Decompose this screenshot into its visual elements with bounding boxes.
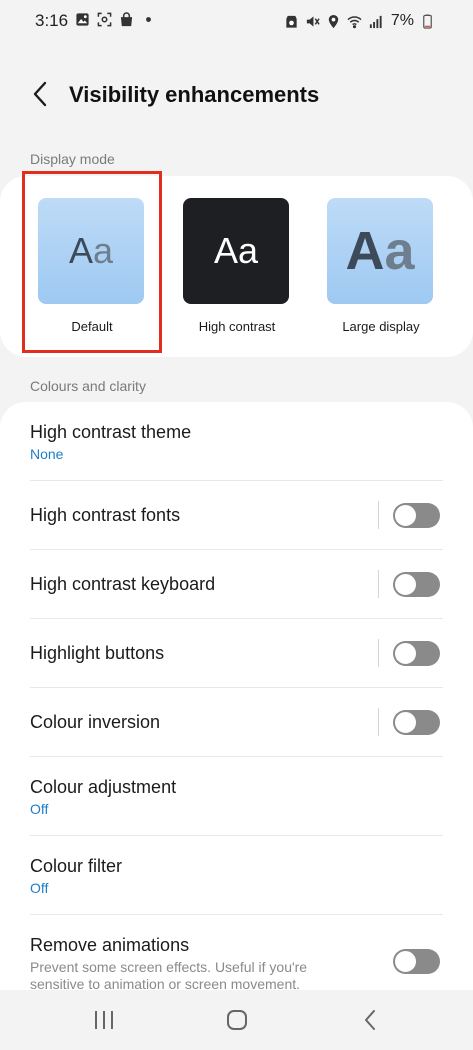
row-title: Colour inversion — [30, 712, 161, 732]
toggle-knob — [394, 573, 417, 596]
toggle-knob — [394, 711, 417, 734]
mode-label-large-display: Large display — [342, 319, 420, 334]
colours-section-label: Colours and clarity — [30, 378, 146, 394]
data-saver-icon — [284, 14, 299, 29]
location-icon — [326, 14, 341, 29]
page-title: Visibility enhancements — [69, 82, 320, 107]
aa-glyph: Aa — [345, 221, 415, 281]
toggle-high-contrast-keyboard[interactable] — [393, 572, 440, 597]
vertical-separator — [378, 708, 379, 736]
row-high-contrast-theme[interactable]: High contrast theme None — [0, 402, 473, 480]
status-bar: 3:16 7% — [0, 0, 473, 42]
vertical-separator — [378, 570, 379, 598]
shopping-bag-icon — [119, 12, 134, 27]
toggle-knob — [394, 950, 417, 973]
row-high-contrast-keyboard[interactable]: High contrast keyboard — [0, 550, 473, 618]
row-remove-animations[interactable]: Remove animations Prevent some screen ef… — [0, 915, 473, 1002]
row-title: Colour adjustment — [30, 777, 177, 797]
home-icon — [226, 1009, 248, 1031]
toggle-knob — [394, 504, 417, 527]
display-mode-section-label: Display mode — [30, 151, 115, 167]
nav-back-button[interactable] — [352, 1007, 388, 1033]
toggle-knob — [394, 642, 417, 665]
battery-icon — [420, 13, 435, 29]
status-right-icons: 7% — [284, 12, 435, 30]
wifi-icon — [347, 14, 362, 29]
row-title: Colour filter — [30, 856, 123, 876]
gallery-icon — [75, 12, 90, 27]
colours-settings-card: High contrast theme None High contrast f… — [0, 402, 473, 1002]
mode-tile-high-contrast: Aa — [183, 198, 289, 304]
screenshot-icon — [97, 12, 112, 27]
mode-label-high-contrast: High contrast — [198, 319, 276, 334]
status-time: 3:16 — [35, 11, 69, 30]
vertical-separator — [378, 639, 379, 667]
row-description: Prevent some screen effects. Useful if y… — [30, 959, 308, 992]
dot-icon — [141, 12, 156, 27]
display-mode-card: Aa Default Aa High contrast Aa Large dis… — [0, 176, 473, 357]
recent-apps-button[interactable] — [86, 1007, 122, 1033]
toggle-highlight-buttons[interactable] — [393, 641, 440, 666]
mode-tile-default: Aa — [38, 198, 144, 304]
mode-option-default[interactable]: Aa Default — [38, 198, 146, 338]
back-icon — [362, 1009, 378, 1031]
toggle-colour-inversion[interactable] — [393, 710, 440, 735]
row-subtitle: Off — [30, 801, 49, 817]
navigation-bar — [0, 990, 473, 1050]
aa-glyph: Aa — [213, 230, 259, 271]
status-left-icons — [75, 12, 156, 27]
mode-tile-large-display: Aa — [327, 198, 433, 304]
row-colour-inversion[interactable]: Colour inversion — [0, 688, 473, 756]
mode-option-high-contrast[interactable]: Aa High contrast — [183, 198, 291, 338]
row-subtitle: Off — [30, 880, 49, 896]
screen: 3:16 7% Visibility enhancements Display … — [0, 0, 473, 1050]
signal-icon — [368, 14, 383, 29]
row-title: Remove animations — [30, 935, 190, 955]
toggle-high-contrast-fonts[interactable] — [393, 503, 440, 528]
row-highlight-buttons[interactable]: Highlight buttons — [0, 619, 473, 687]
row-title: High contrast fonts — [30, 505, 181, 525]
row-subtitle: None — [30, 446, 64, 462]
row-colour-filter[interactable]: Colour filter Off — [0, 836, 473, 914]
row-colour-adjustment[interactable]: Colour adjustment Off — [0, 757, 473, 835]
row-title: High contrast keyboard — [30, 574, 216, 594]
battery-text: 7% — [390, 12, 414, 29]
row-title: High contrast theme — [30, 422, 192, 442]
row-title: Highlight buttons — [30, 643, 165, 663]
row-high-contrast-fonts[interactable]: High contrast fonts — [0, 481, 473, 549]
mode-label-default: Default — [71, 319, 113, 334]
vertical-separator — [378, 501, 379, 529]
home-button[interactable] — [219, 1007, 255, 1033]
aa-glyph: Aa — [68, 230, 114, 271]
back-button[interactable] — [24, 78, 56, 110]
recent-apps-icon — [93, 1010, 115, 1030]
mute-icon — [305, 14, 320, 29]
mode-option-large-display[interactable]: Aa Large display — [327, 198, 435, 338]
chevron-left-icon — [31, 81, 49, 107]
header: Visibility enhancements — [0, 70, 473, 120]
toggle-remove-animations[interactable] — [393, 949, 440, 974]
